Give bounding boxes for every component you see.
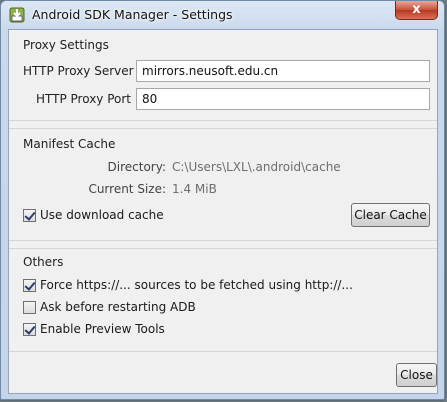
current-size-value: 1.4 MiB [172, 182, 217, 196]
title-bar[interactable]: Android SDK Manager - Settings x [1, 1, 444, 29]
settings-window: Android SDK Manager - Settings x Proxy S… [0, 0, 445, 400]
proxy-settings-title: Proxy Settings [23, 38, 109, 52]
current-size-label: Current Size: [88, 182, 166, 196]
ask-restart-adb-label: Ask before restarting ADB [40, 300, 196, 314]
close-icon[interactable]: x [395, 1, 438, 20]
directory-label: Directory: [107, 160, 166, 174]
others-group: Others Force https://... sources to be f… [9, 248, 437, 352]
others-title: Others [23, 255, 64, 269]
http-proxy-server-label: HTTP Proxy Server [23, 64, 134, 78]
force-http-check-icon[interactable] [23, 278, 36, 292]
proxy-settings-group: Proxy Settings HTTP Proxy Server mirrors… [9, 30, 437, 121]
use-download-cache-check-icon[interactable] [23, 208, 36, 222]
window-title: Android SDK Manager - Settings [32, 7, 233, 22]
force-http-label: Force https://... sources to be fetched … [40, 278, 353, 292]
android-sdk-download-icon [9, 7, 25, 23]
force-http-checkbox[interactable]: Force https://... sources to be fetched … [23, 277, 353, 293]
close-button[interactable]: Close [396, 363, 437, 387]
enable-preview-tools-check-icon[interactable] [23, 322, 36, 336]
use-download-cache-checkbox[interactable]: Use download cache [23, 207, 164, 223]
http-proxy-server-input[interactable]: mirrors.neusoft.edu.cn [136, 60, 430, 82]
ask-restart-adb-checkbox[interactable]: Ask before restarting ADB [23, 299, 196, 315]
use-download-cache-label: Use download cache [40, 208, 164, 222]
manifest-cache-title: Manifest Cache [23, 137, 116, 151]
enable-preview-tools-label: Enable Preview Tools [40, 322, 165, 336]
http-proxy-port-input[interactable]: 80 [136, 88, 430, 110]
http-proxy-port-label: HTTP Proxy Port [36, 92, 131, 106]
dialog-content: Proxy Settings HTTP Proxy Server mirrors… [8, 29, 438, 394]
directory-value: C:\Users\LXL\.android\cache [172, 160, 341, 174]
manifest-cache-group: Manifest Cache Directory: C:\Users\LXL\.… [9, 128, 437, 241]
ask-restart-adb-check-icon[interactable] [23, 300, 36, 314]
enable-preview-tools-checkbox[interactable]: Enable Preview Tools [23, 321, 165, 337]
clear-cache-button[interactable]: Clear Cache [351, 203, 430, 227]
